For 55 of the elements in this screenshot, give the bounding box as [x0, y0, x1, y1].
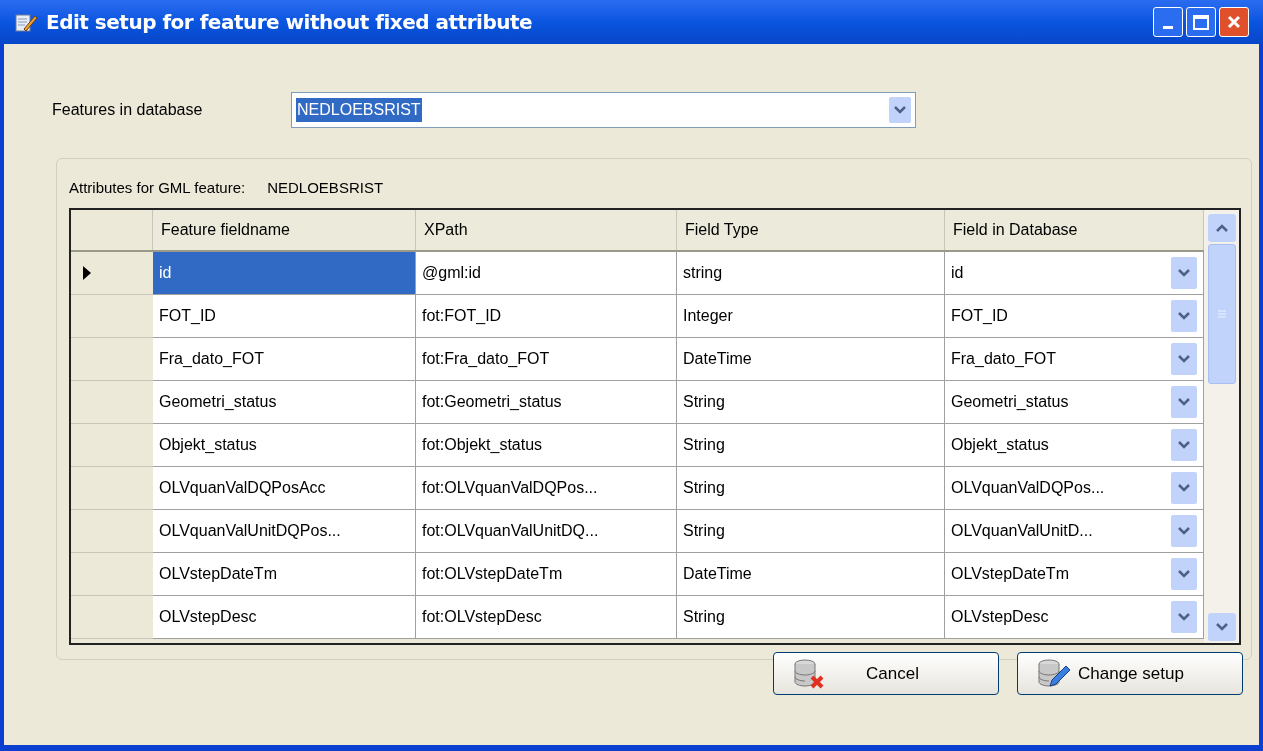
table-cell: @gml:id — [416, 251, 677, 295]
database-field-dropdown[interactable]: OLVstepDesc — [945, 595, 1204, 639]
window-title: Edit setup for feature without fixed attribute — [46, 9, 533, 36]
database-field-dropdown[interactable]: OLVstepDateTm — [945, 552, 1204, 596]
feature-name: NEDLOEBSRIST — [267, 178, 384, 198]
vertical-scrollbar[interactable] — [1204, 209, 1239, 643]
change-setup-button[interactable]: Change setup — [1017, 652, 1243, 695]
table-cell: String — [677, 423, 945, 467]
table-cell: Integer — [677, 294, 945, 338]
table-cell: DateTime — [677, 337, 945, 381]
scroll-thumb[interactable] — [1207, 243, 1236, 384]
table-cell: Objekt_status — [153, 423, 416, 467]
table-cell: fot:OLVquanValUnitDQ... — [416, 509, 677, 553]
current-row-icon — [83, 265, 91, 280]
database-field-dropdown[interactable]: Objekt_status — [945, 423, 1204, 467]
table-cell: fot:Fra_dato_FOT — [416, 337, 677, 381]
database-field-dropdown[interactable]: OLVquanValDQPos... — [945, 466, 1204, 510]
table-cell: String — [677, 380, 945, 424]
table-cell: String — [677, 509, 945, 553]
table-cell: fot:OLVstepDateTm — [416, 552, 677, 596]
table-cell: Fra_dato_FOT — [153, 337, 416, 381]
table-cell: String — [677, 595, 945, 639]
table-cell: FOT_ID — [153, 294, 416, 338]
minimize-button[interactable] — [1153, 7, 1183, 37]
table-cell: fot:Objekt_status — [416, 423, 677, 467]
table-cell: OLVstepDesc — [153, 595, 416, 639]
database-field-dropdown[interactable]: Fra_dato_FOT — [945, 337, 1204, 381]
table-cell: fot:OLVquanValDQPos... — [416, 466, 677, 510]
table-cell: fot:Geometri_status — [416, 380, 677, 424]
close-button[interactable] — [1219, 7, 1249, 37]
table-cell: string — [677, 251, 945, 295]
maximize-button[interactable] — [1186, 7, 1216, 37]
table-cell: OLVquanValUnitDQPos... — [153, 509, 416, 553]
database-field-dropdown[interactable]: id — [945, 251, 1204, 295]
close-icon — [1226, 14, 1242, 30]
database-field-dropdown[interactable]: Geometri_status — [945, 380, 1204, 424]
table-cell: Geometri_status — [153, 380, 416, 424]
database-edit-icon — [1036, 658, 1070, 689]
table-cell: id — [153, 251, 416, 295]
scroll-up-icon[interactable] — [1207, 213, 1236, 242]
cancel-button[interactable]: Cancel — [773, 652, 999, 695]
scroll-down-icon[interactable] — [1207, 612, 1236, 641]
features-dropdown[interactable]: NEDLOEBSRIST — [291, 92, 916, 128]
table-cell: fot:FOT_ID — [416, 294, 677, 338]
database-field-dropdown[interactable]: FOT_ID — [945, 294, 1204, 338]
field-label: Features in database — [52, 100, 204, 120]
table-cell: OLVstepDateTm — [153, 552, 416, 596]
group-label: Attributes for GML feature: — [69, 178, 246, 198]
table-cell: String — [677, 466, 945, 510]
pencil-notepad-icon — [14, 11, 38, 33]
database-field-dropdown[interactable]: OLVquanValUnitD... — [945, 509, 1204, 553]
table-cell: OLVquanValDQPosAcc — [153, 466, 416, 510]
table-cell: DateTime — [677, 552, 945, 596]
database-delete-icon — [792, 658, 826, 689]
table-cell: fot:OLVstepDesc — [416, 595, 677, 639]
